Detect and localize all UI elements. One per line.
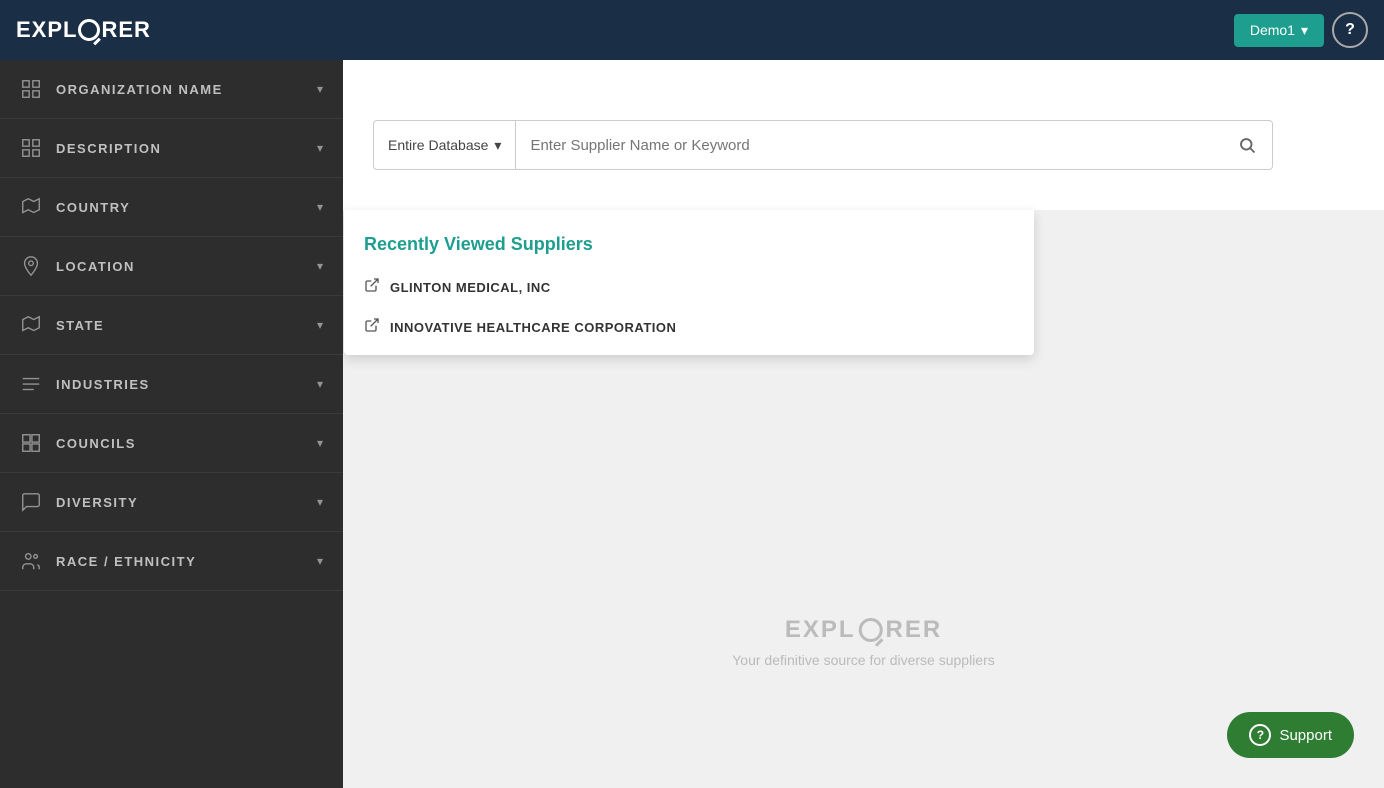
database-chevron-icon: ▾	[494, 137, 501, 154]
sidebar-label-diversity: DIVERSITY	[56, 495, 138, 510]
sidebar-label-description: DESCRIPTION	[56, 141, 161, 156]
database-select[interactable]: Entire Database ▾	[374, 121, 516, 169]
dropdown-item-1[interactable]: INNOVATIVE HEALTHCARE CORPORATION	[344, 307, 1034, 347]
chevron-down-icon: ▾	[317, 495, 323, 509]
external-link-icon-0	[364, 277, 380, 297]
chevron-down-icon: ▾	[317, 200, 323, 214]
support-icon: ?	[1249, 724, 1271, 746]
sidebar-label-country: COUNTRY	[56, 200, 130, 215]
sidebar-label-industries: INDUSTRIES	[56, 377, 150, 392]
chevron-down-icon: ▾	[317, 82, 323, 96]
sidebar-item-state[interactable]: STATE ▾	[0, 296, 343, 355]
grid-icon	[20, 78, 42, 100]
support-button[interactable]: ? Support	[1227, 712, 1354, 758]
dropdown-item-label-1: INNOVATIVE HEALTHCARE CORPORATION	[390, 320, 676, 335]
sidebar-label-councils: COUNCILS	[56, 436, 136, 451]
sidebar-item-race-ethnicity[interactable]: RACE / ETHNICITY ▾	[0, 532, 343, 591]
chevron-down-icon: ▾	[317, 141, 323, 155]
industries-icon	[20, 373, 42, 395]
councils-icon	[20, 432, 42, 454]
search-button[interactable]	[1222, 121, 1272, 169]
main-layout: ORGANIZATION NAME ▾ DESCRIPTION ▾ COUNTR…	[0, 60, 1384, 788]
sidebar-item-councils[interactable]: COUNCILS ▾	[0, 414, 343, 473]
header-right: Demo1 ▾ ?	[1234, 12, 1368, 48]
diversity-icon	[20, 491, 42, 513]
help-icon: ?	[1345, 21, 1355, 39]
logo-o-icon	[78, 19, 100, 41]
watermark-subtitle: Your definitive source for diverse suppl…	[732, 652, 995, 668]
dropdown-item-label-0: GLINTON MEDICAL, INC	[390, 280, 551, 295]
sidebar-label-location: LOCATION	[56, 259, 135, 274]
description-icon	[20, 137, 42, 159]
sidebar-item-industries[interactable]: INDUSTRIES ▾	[0, 355, 343, 414]
search-icon	[1238, 136, 1256, 154]
sidebar-item-description[interactable]: DESCRIPTION ▾	[0, 119, 343, 178]
database-label: Entire Database	[388, 137, 488, 153]
search-panel: Entire Database ▾ Recently Viewed Suppli…	[343, 60, 1384, 210]
dropdown-item-0[interactable]: GLINTON MEDICAL, INC	[344, 267, 1034, 307]
country-icon	[20, 196, 42, 218]
chevron-down-icon: ▾	[317, 377, 323, 391]
sidebar-label-race-ethnicity: RACE / ETHNICITY	[56, 554, 196, 569]
chevron-down-icon: ▾	[317, 554, 323, 568]
race-ethnicity-icon	[20, 550, 42, 572]
dropdown-title: Recently Viewed Suppliers	[344, 226, 1034, 267]
search-dropdown: Recently Viewed Suppliers GLINTON MEDICA…	[344, 210, 1034, 355]
sidebar-label-state: STATE	[56, 318, 104, 333]
sidebar-item-country[interactable]: COUNTRY ▾	[0, 178, 343, 237]
support-label: Support	[1279, 727, 1332, 744]
watermark-logo: EXPLRER	[732, 616, 995, 644]
chevron-down-icon: ▾	[317, 259, 323, 273]
external-link-icon-1	[364, 317, 380, 337]
header: EXPL RER Demo1 ▾ ?	[0, 0, 1384, 60]
chevron-down-icon: ▾	[317, 436, 323, 450]
chevron-down-icon: ▾	[317, 318, 323, 332]
state-icon	[20, 314, 42, 336]
content-area: Entire Database ▾ Recently Viewed Suppli…	[343, 60, 1384, 788]
sidebar-label-organization-name: ORGANIZATION NAME	[56, 82, 223, 97]
user-chevron-icon: ▾	[1301, 22, 1308, 39]
sidebar-item-organization-name[interactable]: ORGANIZATION NAME ▾	[0, 60, 343, 119]
sidebar: ORGANIZATION NAME ▾ DESCRIPTION ▾ COUNTR…	[0, 60, 343, 788]
search-input[interactable]	[516, 121, 1222, 169]
user-menu-button[interactable]: Demo1 ▾	[1234, 14, 1324, 47]
watermark-o-icon	[859, 618, 883, 642]
help-button[interactable]: ?	[1332, 12, 1368, 48]
sidebar-item-diversity[interactable]: DIVERSITY ▾	[0, 473, 343, 532]
user-label: Demo1	[1250, 22, 1295, 38]
sidebar-item-location[interactable]: LOCATION ▾	[0, 237, 343, 296]
location-pin-icon	[20, 255, 42, 277]
watermark: EXPLRER Your definitive source for diver…	[732, 616, 995, 668]
logo: EXPL RER	[16, 17, 151, 43]
search-bar-container: Entire Database ▾	[373, 120, 1273, 170]
